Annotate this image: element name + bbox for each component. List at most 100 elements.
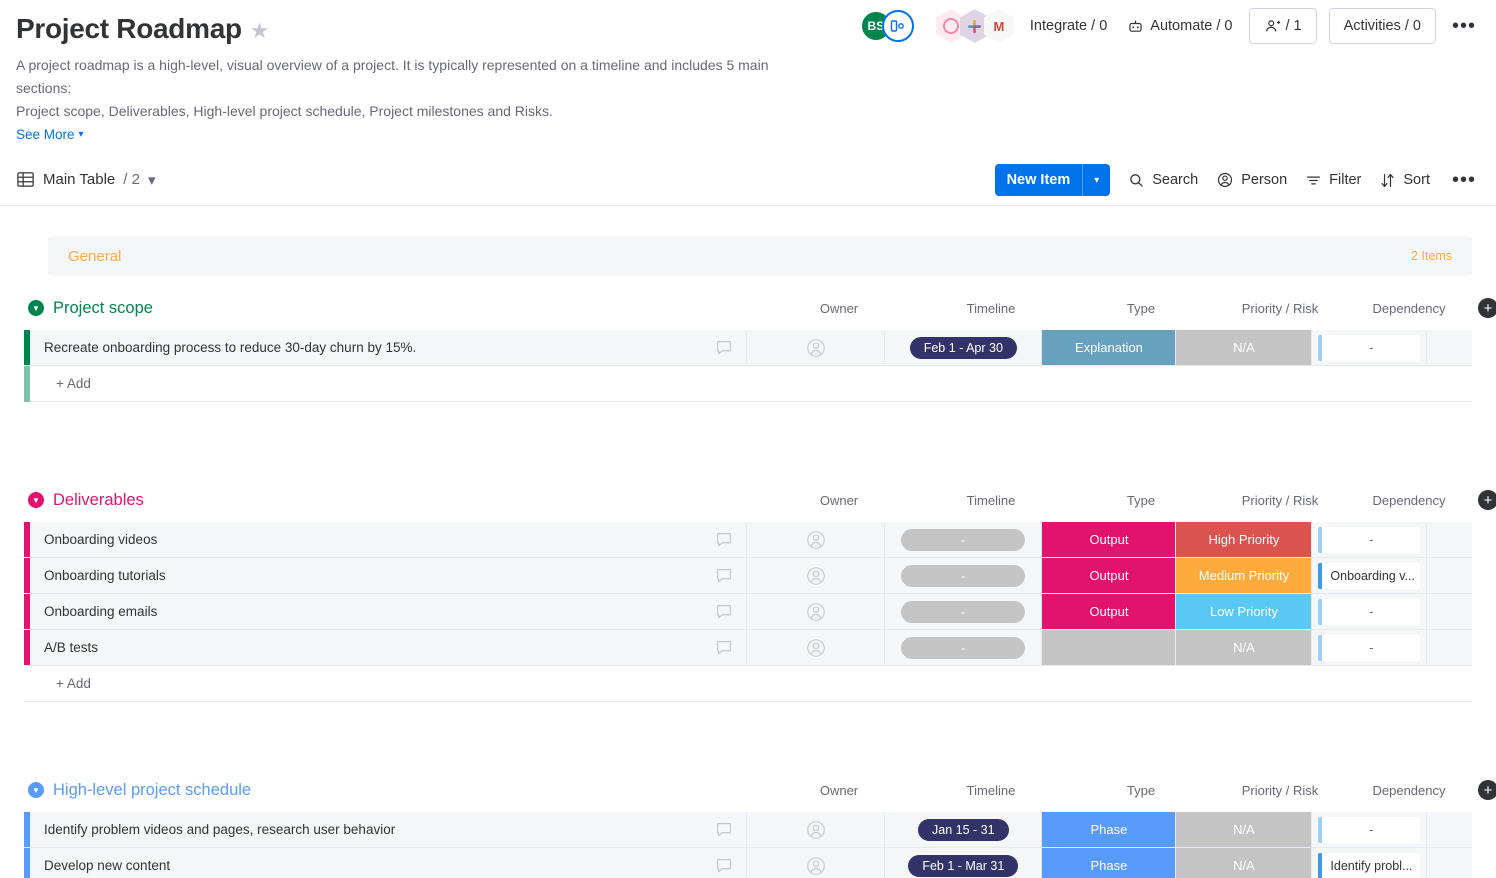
toolbar-more-menu-icon[interactable]: ••• — [1448, 169, 1480, 192]
invite-members-button[interactable]: / 1 — [1248, 8, 1317, 44]
dependency-chip[interactable]: Onboarding v... — [1318, 562, 1421, 589]
table-row[interactable]: Develop new content Feb 1 - Mar 31 Phase N/… — [24, 848, 1472, 878]
group-collapse-icon[interactable]: ▼ — [28, 782, 44, 798]
chevron-down-icon[interactable]: ▾ — [148, 171, 156, 189]
column-header-priority-risk[interactable]: Priority / Risk — [1210, 493, 1350, 508]
column-header-owner[interactable]: Owner — [768, 301, 910, 316]
timeline-date-pill[interactable]: Jan 15 - 31 — [918, 818, 1009, 841]
owner-cell[interactable] — [747, 594, 886, 629]
owner-cell[interactable] — [747, 630, 886, 665]
type-cell[interactable] — [1042, 630, 1177, 665]
table-row[interactable]: Identify problem videos and pages, resea… — [24, 812, 1472, 848]
type-cell[interactable]: Output — [1042, 558, 1177, 593]
new-item-dropdown-icon[interactable]: ▾ — [1082, 164, 1110, 196]
see-more-link[interactable]: See More ▾ — [16, 127, 84, 142]
dependency-cell[interactable]: - — [1312, 630, 1428, 665]
board-more-menu-icon[interactable]: ••• — [1448, 15, 1480, 38]
tab-main-table[interactable]: Main Table / 2 ▾ — [16, 170, 156, 189]
comment-icon[interactable] — [714, 602, 734, 622]
row-name-cell[interactable]: Recreate onboarding process to reduce 30… — [30, 330, 748, 365]
person-filter-button[interactable]: Person — [1216, 171, 1287, 189]
table-row[interactable]: Onboarding emails - Output Low Priority - — [24, 594, 1472, 630]
add-item-row[interactable]: + Add — [24, 365, 1472, 402]
dependency-chip[interactable]: - — [1318, 816, 1421, 843]
dependency-chip[interactable]: - — [1318, 634, 1421, 661]
timeline-cell[interactable]: Feb 1 - Apr 30 — [885, 330, 1043, 365]
timeline-cell[interactable]: - — [885, 594, 1043, 629]
dependency-chip[interactable]: - — [1318, 598, 1421, 625]
dependency-chip[interactable]: - — [1318, 526, 1421, 553]
dependency-cell[interactable]: Identify probl... — [1312, 848, 1428, 878]
general-group-bar[interactable]: General 2 Items — [48, 236, 1472, 276]
comment-icon[interactable] — [714, 530, 734, 550]
type-cell[interactable]: Phase — [1042, 812, 1177, 847]
type-cell[interactable]: Explanation — [1042, 330, 1177, 365]
owner-cell[interactable] — [747, 848, 886, 878]
column-header-type[interactable]: Type — [1072, 783, 1210, 798]
timeline-cell[interactable]: - — [885, 630, 1043, 665]
add-column-button[interactable]: + — [1478, 780, 1496, 800]
column-header-type[interactable]: Type — [1072, 301, 1210, 316]
star-icon[interactable]: ★ — [250, 20, 270, 42]
dependency-chip[interactable]: Identify probl... — [1318, 852, 1421, 878]
timeline-empty-pill[interactable]: - — [901, 528, 1026, 551]
comment-icon[interactable] — [714, 856, 734, 876]
priority-risk-cell[interactable]: N/A — [1176, 848, 1313, 878]
timeline-empty-pill[interactable]: - — [901, 636, 1026, 659]
filter-button[interactable]: Filter — [1305, 172, 1361, 189]
search-button[interactable]: Search — [1128, 172, 1198, 189]
column-header-timeline[interactable]: Timeline — [910, 493, 1072, 508]
dependency-cell[interactable]: - — [1312, 594, 1428, 629]
row-name-cell[interactable]: Develop new content — [30, 848, 748, 878]
new-item-button[interactable]: New Item ▾ — [994, 164, 1111, 196]
table-row[interactable]: A/B tests - N/A - — [24, 630, 1472, 666]
timeline-empty-pill[interactable]: - — [901, 600, 1026, 623]
activities-button[interactable]: Activities / 0 — [1328, 8, 1436, 44]
timeline-cell[interactable]: Feb 1 - Mar 31 — [885, 848, 1043, 878]
priority-risk-cell[interactable]: N/A — [1176, 330, 1313, 365]
owner-cell[interactable] — [747, 558, 886, 593]
column-header-dependency[interactable]: Dependency — [1350, 493, 1468, 508]
table-row[interactable]: Recreate onboarding process to reduce 30… — [24, 330, 1472, 366]
column-header-dependency[interactable]: Dependency — [1350, 783, 1468, 798]
priority-risk-cell[interactable]: N/A — [1176, 812, 1313, 847]
priority-risk-cell[interactable]: Medium Priority — [1176, 558, 1313, 593]
comment-icon[interactable] — [714, 820, 734, 840]
timeline-cell[interactable]: Jan 15 - 31 — [885, 812, 1043, 847]
type-cell[interactable]: Output — [1042, 594, 1177, 629]
priority-risk-cell[interactable]: Low Priority — [1176, 594, 1313, 629]
column-header-type[interactable]: Type — [1072, 493, 1210, 508]
group-collapse-icon[interactable]: ▼ — [28, 300, 44, 316]
timeline-date-pill[interactable]: Feb 1 - Mar 31 — [908, 854, 1019, 877]
dependency-cell[interactable]: - — [1312, 330, 1428, 365]
dependency-chip[interactable]: - — [1318, 334, 1421, 361]
column-header-owner[interactable]: Owner — [768, 783, 910, 798]
row-name-cell[interactable]: Onboarding emails — [30, 594, 748, 629]
add-item-row[interactable]: + Add — [24, 666, 1472, 702]
row-name-cell[interactable]: A/B tests — [30, 630, 748, 665]
owner-cell[interactable] — [747, 330, 886, 365]
priority-risk-cell[interactable]: N/A — [1176, 630, 1313, 665]
comment-icon[interactable] — [714, 638, 734, 658]
column-header-timeline[interactable]: Timeline — [910, 301, 1072, 316]
owner-cell[interactable] — [747, 812, 886, 847]
column-header-timeline[interactable]: Timeline — [910, 783, 1072, 798]
row-name-cell[interactable]: Onboarding videos — [30, 522, 748, 557]
add-column-button[interactable]: + — [1478, 298, 1496, 318]
group-collapse-icon[interactable]: ▼ — [28, 492, 44, 508]
comment-icon[interactable] — [714, 566, 734, 586]
column-header-priority-risk[interactable]: Priority / Risk — [1210, 301, 1350, 316]
type-cell[interactable]: Output — [1042, 522, 1177, 557]
timeline-cell[interactable]: - — [885, 522, 1043, 557]
dependency-cell[interactable]: Onboarding v... — [1312, 558, 1428, 593]
row-name-cell[interactable]: Onboarding tutorials — [30, 558, 748, 593]
board-preview-icon[interactable] — [881, 10, 914, 42]
priority-risk-cell[interactable]: High Priority — [1176, 522, 1313, 557]
sort-button[interactable]: Sort — [1379, 172, 1430, 189]
timeline-date-pill[interactable]: Feb 1 - Apr 30 — [909, 336, 1017, 359]
add-column-button[interactable]: + — [1478, 490, 1496, 510]
comment-icon[interactable] — [714, 338, 734, 358]
type-cell[interactable]: Phase — [1042, 848, 1177, 878]
automate-button[interactable]: Automate / 0 — [1123, 12, 1236, 41]
table-row[interactable]: Onboarding videos - Output High Priority - — [24, 522, 1472, 558]
